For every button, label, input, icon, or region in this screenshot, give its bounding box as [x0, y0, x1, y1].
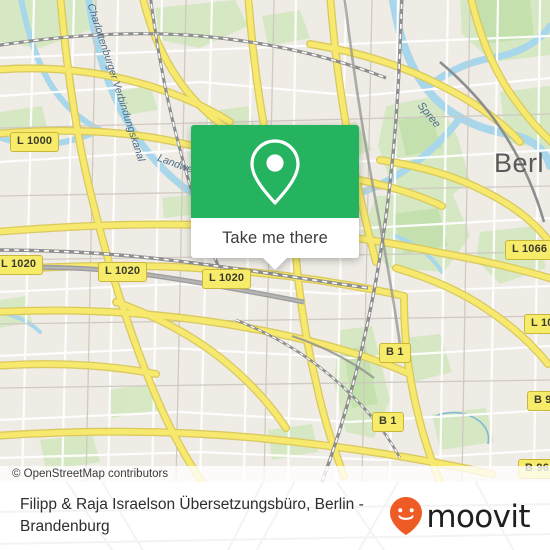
moovit-logo: moovit	[389, 496, 531, 536]
map-attribution: © OpenStreetMap contributors	[0, 466, 550, 482]
location-popup[interactable]: Take me there	[191, 125, 359, 270]
moovit-pin-icon	[390, 497, 423, 535]
footer-bar: Filipp & Raja Israelson Übersetzungsbüro…	[0, 482, 550, 550]
road-shield-l1066: L 1066	[505, 240, 550, 260]
road-shield-b1-lower: B 1	[372, 412, 404, 432]
road-shield-b1-upper: B 1	[379, 343, 411, 363]
road-shield-b96-upper: B 96	[527, 391, 550, 411]
take-me-there-label: Take me there	[222, 228, 328, 247]
take-me-there-button[interactable]: Take me there	[191, 218, 359, 270]
road-shield-l1020-east: L 1020	[202, 269, 252, 289]
place-title: Filipp & Raja Israelson Übersetzungsbüro…	[20, 496, 364, 535]
road-shield-l1000: L 1000	[10, 132, 60, 152]
popup-pointer	[263, 258, 287, 270]
road-shield-l1020-mid: L 1020	[98, 262, 148, 282]
attribution-text: © OpenStreetMap contributors	[12, 468, 169, 480]
popup-icon-area	[191, 125, 359, 218]
road-shield-l10: L 10	[524, 314, 550, 334]
map-pin-icon	[250, 138, 300, 205]
map-canvas[interactable]: L 1000 L 1020 L 1020 L 1020 L 1066 L 10 …	[0, 0, 550, 482]
road-shield-l1020-west: L 1020	[0, 255, 44, 275]
moovit-map-screenshot: L 1000 L 1020 L 1020 L 1020 L 1066 L 10 …	[0, 0, 550, 550]
moovit-wordmark: moovit	[426, 498, 530, 535]
